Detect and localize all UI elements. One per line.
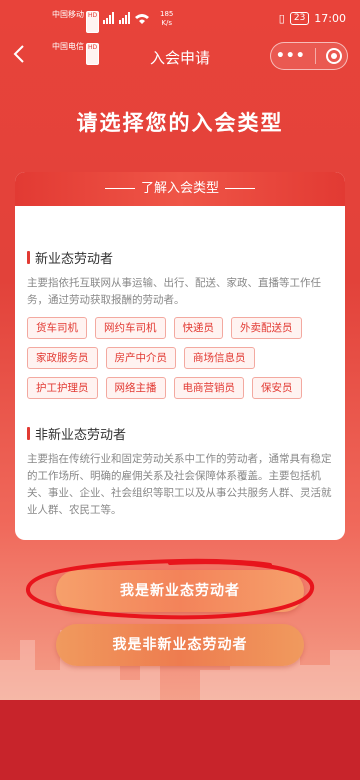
tag-item: 外卖配送员 xyxy=(231,317,302,339)
status-bar: 中国移动 HD 中国电信 HD 185 K/s ▯ 23 17:00 xyxy=(0,0,360,65)
signal-icon xyxy=(103,12,153,27)
non-new-worker-button[interactable]: 我是非新业态劳动者 xyxy=(56,624,304,666)
tag-item: 网络主播 xyxy=(105,377,166,399)
tag-item: 保安员 xyxy=(252,377,302,399)
info-card: 了解入会类型 新业态劳动者 主要指依托互联网从事运输、出行、配送、家政、直播等工… xyxy=(15,172,345,540)
battery-icon: 23 xyxy=(289,12,310,25)
main-heading: 请选择您的入会类型 xyxy=(76,111,284,135)
carrier1-label: 中国移动 xyxy=(52,10,84,19)
more-button[interactable]: ••• xyxy=(276,49,306,63)
title-bar-marker xyxy=(27,427,30,440)
time-label: 17:00 xyxy=(314,12,346,25)
tag-item: 电商营销员 xyxy=(173,377,244,399)
title-bar-marker xyxy=(27,251,30,264)
tag-item: 商场信息员 xyxy=(184,347,255,369)
tag-item: 快递员 xyxy=(173,317,223,339)
status-right: ▯ 23 17:00 xyxy=(279,12,346,25)
new-worker-tags: 货车司机 网约车司机 快递员 外卖配送员 家政服务员 房产中介员 商场信息员 护… xyxy=(27,317,333,407)
new-worker-button[interactable]: 我是新业态劳动者 xyxy=(56,570,304,612)
non-new-worker-desc: 主要指在传统行业和固定劳动关系中工作的劳动者，通常具有稳定的工作场所、明确的雇佣… xyxy=(27,453,332,516)
net-speed-unit: K/s xyxy=(161,19,172,27)
non-new-worker-section: 非新业态劳动者 主要指在传统行业和固定劳动关系中工作的劳动者，通常具有稳定的工作… xyxy=(27,424,333,519)
new-worker-title: 新业态劳动者 xyxy=(27,248,333,267)
close-miniprogram-button[interactable] xyxy=(326,48,343,64)
tag-item: 家政服务员 xyxy=(27,347,98,369)
tag-item: 护工护理员 xyxy=(27,377,98,399)
capsule-divider xyxy=(315,48,317,64)
tag-item: 货车司机 xyxy=(27,317,87,339)
bottom-band xyxy=(0,700,360,780)
nav-bar: 入会申请 ••• xyxy=(0,38,360,76)
new-worker-title-text: 新业态劳动者 xyxy=(35,252,114,267)
header-line-left xyxy=(104,188,135,189)
non-new-worker-title: 非新业态劳动者 xyxy=(27,424,333,443)
tag-item: 网约车司机 xyxy=(95,317,166,339)
tag-item: 房产中介员 xyxy=(105,347,176,369)
new-worker-desc: 主要指依托互联网从事运输、出行、配送、家政、直播等工作任务，通过劳动获取报酬的劳… xyxy=(27,277,321,306)
card-header: 了解入会类型 xyxy=(15,172,345,206)
vibrate-icon: ▯ xyxy=(278,12,285,25)
mini-program-capsule: ••• xyxy=(270,42,348,70)
non-new-worker-title-text: 非新业态劳动者 xyxy=(35,428,127,443)
header-line-right xyxy=(225,188,255,189)
net-speed-value: 185 xyxy=(160,10,174,18)
carrier1-hd-badge: HD xyxy=(86,11,100,33)
new-worker-section: 新业态劳动者 主要指依托互联网从事运输、出行、配送、家政、直播等工作任务，通过劳… xyxy=(27,248,333,407)
card-header-title: 了解入会类型 xyxy=(140,181,219,196)
net-speed: 185 K/s xyxy=(160,10,173,28)
